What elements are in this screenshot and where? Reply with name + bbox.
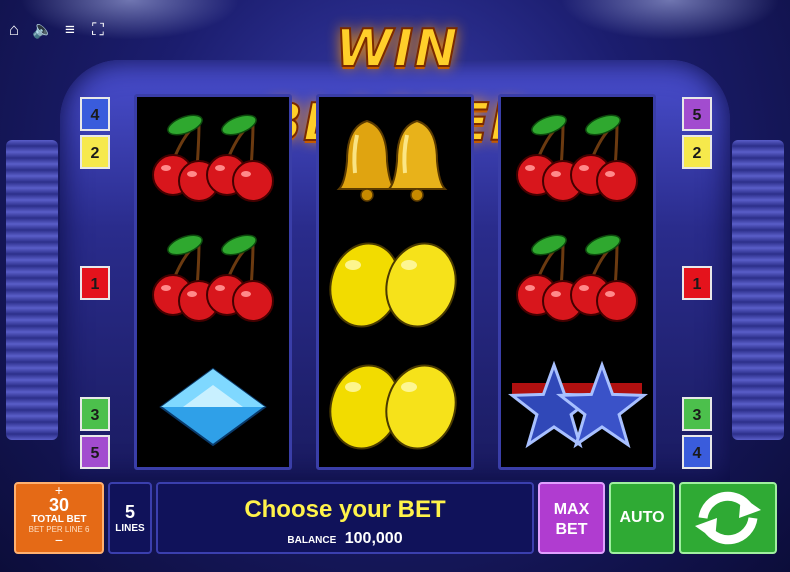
menu-icon[interactable]: ≡ (60, 20, 80, 40)
cherries-icon (516, 234, 638, 322)
decrease-bet-button[interactable]: − (16, 533, 102, 547)
stars-symbol (501, 345, 653, 465)
home-icon[interactable]: ⌂ (4, 20, 24, 40)
spin-button[interactable] (679, 482, 777, 554)
cherries-symbol (137, 223, 289, 343)
payline-indicator-right: 5 (682, 97, 712, 131)
bet-per-line-value: 6 (84, 525, 90, 534)
max-bet-label-line2: BET (555, 521, 588, 538)
max-bet-button[interactable]: MAX BET (538, 482, 605, 554)
balance-row: BALANCE 100,000 (158, 530, 532, 548)
reel-1 (134, 94, 292, 470)
lines-label: LINES (115, 523, 145, 534)
reel-3 (498, 94, 656, 470)
cherries-symbol (137, 103, 289, 223)
payline-indicator-right: 2 (682, 135, 712, 169)
autoplay-button[interactable]: AUTO (609, 482, 675, 554)
cherries-symbol (501, 103, 653, 223)
spin-arrows-icon (695, 491, 761, 545)
total-bet-label: TOTAL BET (31, 514, 87, 525)
payline-indicator-left: 4 (80, 97, 110, 131)
payline-indicator-left: 5 (80, 435, 110, 469)
lemons-icon (329, 242, 457, 328)
message-panel: Choose your BET BALANCE 100,000 (156, 482, 534, 554)
diamond-symbol (137, 345, 289, 465)
total-bet-value: 30 (48, 495, 70, 515)
lines-value: 5 (124, 502, 135, 522)
payline-indicator-left: 1 (80, 266, 110, 300)
cherries-icon (152, 234, 274, 322)
balance-value: 100,000 (344, 530, 403, 547)
fullscreen-icon[interactable]: ⛶ (88, 20, 108, 40)
game-logo: WIN BLASTER (262, 18, 532, 154)
max-bet-label-line1: MAX (553, 501, 590, 518)
payline-indicator-right: 4 (682, 435, 712, 469)
right-pipe-decoration (732, 140, 784, 440)
cherries-icon (152, 114, 274, 202)
payline-indicator-right: 3 (682, 397, 712, 431)
cherries-icon (516, 114, 638, 202)
bells-symbol (319, 103, 471, 223)
bells-icon (336, 119, 448, 202)
lightning-decoration (560, 0, 780, 40)
balance-label: BALANCE (287, 535, 337, 546)
stars-icon (507, 360, 649, 449)
payline-indicator-right: 1 (682, 266, 712, 300)
left-pipe-decoration (6, 140, 58, 440)
lines-display: 5 LINES (108, 482, 152, 554)
sound-icon[interactable]: 🔈 (32, 20, 53, 40)
cherries-symbol (501, 223, 653, 343)
lemons-icon (329, 364, 457, 450)
payline-indicator-left: 3 (80, 397, 110, 431)
lemons-symbol (319, 223, 471, 343)
total-bet-control: + 30 TOTAL BET BET PER LINE 6 − (14, 482, 104, 554)
diamond-icon (159, 367, 267, 447)
reel-2 (316, 94, 474, 470)
lemons-symbol (319, 345, 471, 465)
payline-indicator-left: 2 (80, 135, 110, 169)
top-toolbar: ⌂ 🔈 ≡ ⛶ (4, 20, 108, 40)
status-message: Choose your BET (244, 496, 446, 523)
